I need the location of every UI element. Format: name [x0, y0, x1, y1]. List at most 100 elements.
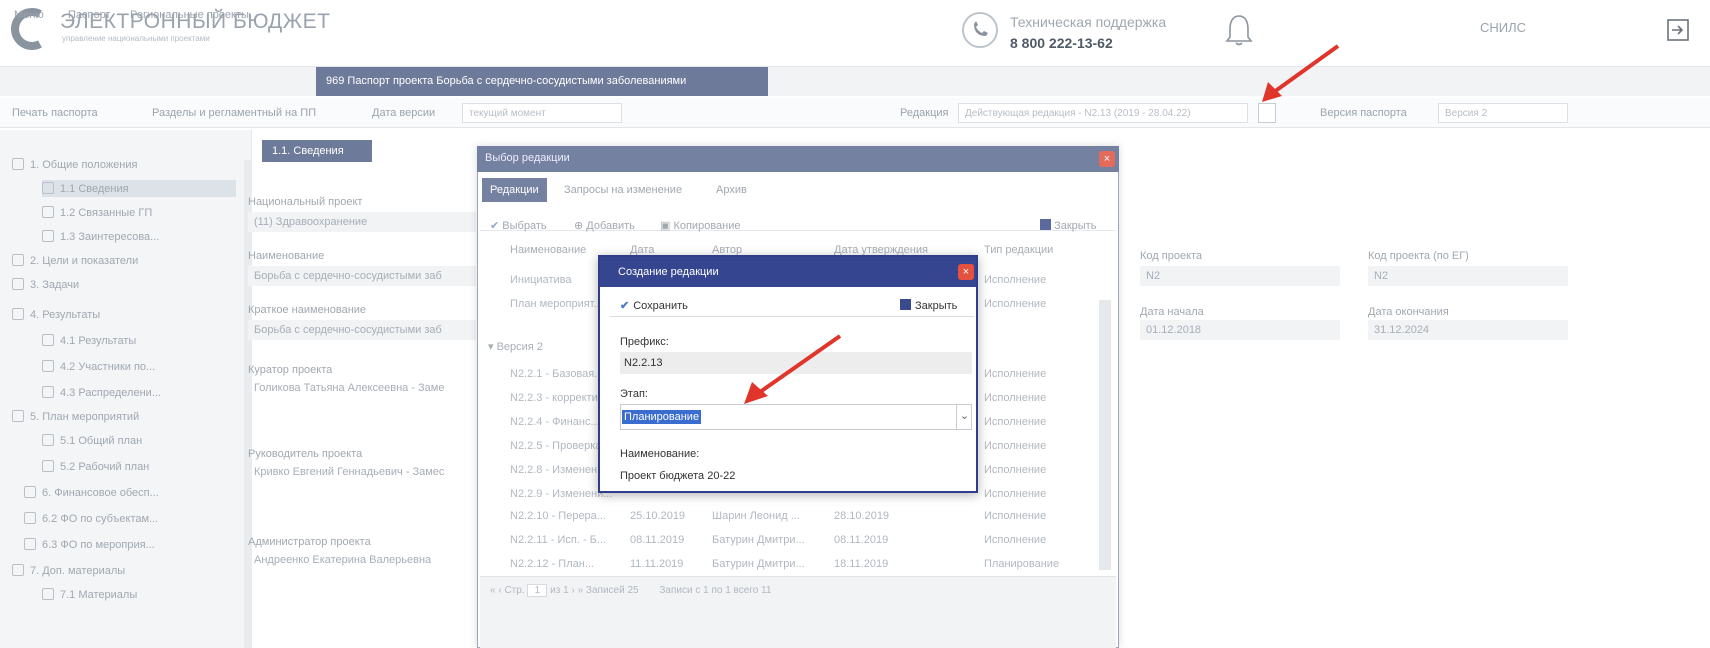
name-field[interactable]: Борьба с сердечно-сосудистыми заб: [248, 266, 476, 286]
version-field[interactable]: Версия 2: [1438, 103, 1568, 123]
tab-archive[interactable]: Архив: [708, 178, 755, 202]
sidebar-item[interactable]: 5.1 Общий план: [42, 434, 142, 447]
sidebar-item-label: 4.2 Участники по...: [60, 361, 156, 373]
cell-date: 11.11.2019: [630, 558, 684, 570]
breadcrumb-passport[interactable]: Паспорт: [68, 9, 111, 21]
save-label: Сохранить: [633, 300, 688, 312]
copy-label: Копирование: [673, 220, 741, 232]
user-snils[interactable]: СНИЛС: [1480, 20, 1526, 35]
leader-field[interactable]: Кривко Евгений Геннадьевич - Замес: [248, 462, 476, 482]
support-phone[interactable]: 8 800 222-13-62: [1010, 35, 1113, 51]
start-date-field[interactable]: 01.12.2018: [1140, 320, 1340, 340]
section-icon: [12, 158, 24, 170]
sidebar-item[interactable]: 4.3 Распределени...: [42, 386, 161, 399]
sidebar-item-label: 4.1 Результаты: [60, 335, 137, 347]
cell-approved: 28.10.2019: [834, 510, 890, 522]
sidebar-item[interactable]: 6.2 ФО по субъектам...: [24, 512, 158, 525]
pager-page-input[interactable]: 1: [527, 584, 548, 597]
pager-controls[interactable]: « ‹ Стр. 1 из 1 › » Записей 25 Записи с …: [490, 584, 771, 597]
national-project-field[interactable]: (11) Здравоохранение: [248, 212, 476, 232]
print-passport-button[interactable]: Печать паспорта: [12, 107, 98, 119]
add-button[interactable]: ⊕ Добавить: [574, 219, 635, 232]
sidebar-item[interactable]: 5.2 Рабочий план: [42, 460, 149, 473]
curator-field[interactable]: Голикова Татьяна Алексеевна - Заме: [248, 378, 476, 398]
close-icon[interactable]: ×: [958, 264, 974, 280]
sidebar-item-label: 5.2 Рабочий план: [60, 461, 150, 473]
annotation-arrow-icon: [1262, 44, 1340, 102]
cell-approved: 18.11.2019: [834, 558, 889, 570]
app-subtitle: управление национальными проектами: [62, 34, 210, 43]
column-type[interactable]: Тип редакции: [984, 244, 1053, 256]
copy-button[interactable]: ▣ Копирование: [660, 219, 741, 232]
edition-field[interactable]: Действующая редакция - N2.13 (2019 - 28.…: [958, 103, 1248, 123]
project-code-gis-field[interactable]: N2: [1368, 266, 1568, 286]
sidebar-item[interactable]: 4.2 Участники по...: [42, 360, 155, 373]
sidebar-item-label: 5. План мероприятий: [30, 411, 140, 423]
sidebar-item-label: 3. Задачи: [30, 279, 80, 291]
admin-field[interactable]: Андреенко Екатерина Валерьевна: [248, 550, 476, 570]
logout-icon[interactable]: [1666, 18, 1690, 42]
project-code-label: Код проекта: [1140, 250, 1203, 262]
section-icon: [42, 182, 54, 194]
outer-close-label: Закрыть: [1054, 220, 1097, 232]
section-icon: [24, 512, 36, 524]
editions-scrollbar[interactable]: [1099, 300, 1111, 570]
table-row[interactable]: N2.2.11 - Исп. - Б... 08.11.2019 Батурин Д…: [500, 530, 1100, 552]
edition-name-value[interactable]: Проект бюджета 20-22: [620, 470, 735, 482]
bell-icon[interactable]: [1224, 13, 1254, 47]
pager-records[interactable]: Записей 25: [586, 585, 639, 596]
sidebar-item[interactable]: 5. План мероприятий: [12, 410, 139, 423]
sections-button[interactable]: Разделы и регламентный на ПП: [152, 107, 316, 119]
select-button[interactable]: ✔ Выбрать: [490, 219, 547, 232]
chevron-down-icon[interactable]: ⌄: [956, 404, 972, 430]
stage-value[interactable]: Планирование: [622, 410, 702, 424]
sidebar-item-label: 4.3 Распределени...: [60, 387, 161, 399]
sidebar-item[interactable]: 1. Общие положения: [12, 158, 137, 171]
phone-icon: [962, 12, 998, 48]
close-button[interactable]: Закрыть: [900, 299, 957, 312]
table-row[interactable]: N2.2.10 - Перера... 25.10.2019 Шарин Леони…: [500, 506, 1100, 528]
section-icon: [42, 360, 54, 372]
project-code-gis-label: Код проекта (по ЕГ): [1368, 250, 1469, 262]
date-version-label: Дата версии: [372, 107, 436, 119]
breadcrumb-menu[interactable]: Меню: [14, 9, 44, 21]
section-icon: [12, 254, 24, 266]
sidebar-scrollbar[interactable]: [244, 160, 252, 648]
sidebar-item-label: 1.3 Заинтересова...: [60, 231, 160, 243]
sidebar-item[interactable]: 7.1 Материалы: [42, 588, 137, 601]
breadcrumb-regional[interactable]: Региональные проекты: [130, 9, 249, 21]
section-icon: [12, 410, 24, 422]
table-row[interactable]: N2.2.12 - План... 11.11.2019 Батурин Дмитр…: [500, 554, 1100, 576]
sidebar-item[interactable]: 4. Результаты: [12, 308, 100, 321]
sidebar-item[interactable]: 1.2 Связанные ГП: [42, 206, 152, 219]
group-version[interactable]: ▾ Версия 2: [488, 340, 543, 353]
tab-project-passport[interactable]: 969 Паспорт проекта Борьба с сердечно-со…: [316, 67, 768, 96]
sidebar-item[interactable]: 4.1 Результаты: [42, 334, 136, 347]
sidebar-item-label: 7.1 Материалы: [60, 589, 138, 601]
close-icon[interactable]: ×: [1099, 151, 1115, 167]
tab-editions[interactable]: Редакции: [482, 178, 547, 202]
sidebar-item[interactable]: 1.1 Сведения: [42, 180, 236, 197]
section-icon: [42, 334, 54, 346]
cell-type: Исполнение: [984, 534, 1047, 546]
end-date-field[interactable]: 31.12.2024: [1368, 320, 1568, 340]
outer-close-button[interactable]: Закрыть: [1040, 219, 1096, 232]
sidebar-item[interactable]: 2. Цели и показатели: [12, 254, 138, 267]
sidebar-item[interactable]: 6.3 ФО по мероприя...: [24, 538, 155, 551]
cell-name: N2.2.1 - Базовая...: [510, 368, 604, 380]
pager-info: Записи с 1 по 1 всего 11: [659, 585, 772, 596]
date-version-field[interactable]: текущий момент: [462, 103, 622, 123]
short-name-field[interactable]: Борьба с сердечно-сосудистыми заб: [248, 320, 476, 340]
tab-svedeniya[interactable]: 1.1. Сведения: [262, 140, 372, 162]
cell-name: N2.2.10 - Перера...: [510, 510, 606, 522]
annotation-arrow-icon: [744, 334, 842, 404]
sidebar-item[interactable]: 1.3 Заинтересова...: [42, 230, 159, 243]
project-code-field[interactable]: N2: [1140, 266, 1340, 286]
sidebar-item[interactable]: 3. Задачи: [12, 278, 79, 291]
save-button[interactable]: ✔ Сохранить: [620, 299, 688, 312]
sidebar-item[interactable]: 7. Доп. материалы: [12, 564, 125, 577]
tab-change-requests[interactable]: Запросы на изменение: [556, 178, 690, 202]
cell-type: Исполнение: [984, 298, 1047, 310]
sidebar-item[interactable]: 6. Финансовое обесп...: [24, 486, 159, 499]
column-name[interactable]: Наименование: [510, 244, 586, 256]
